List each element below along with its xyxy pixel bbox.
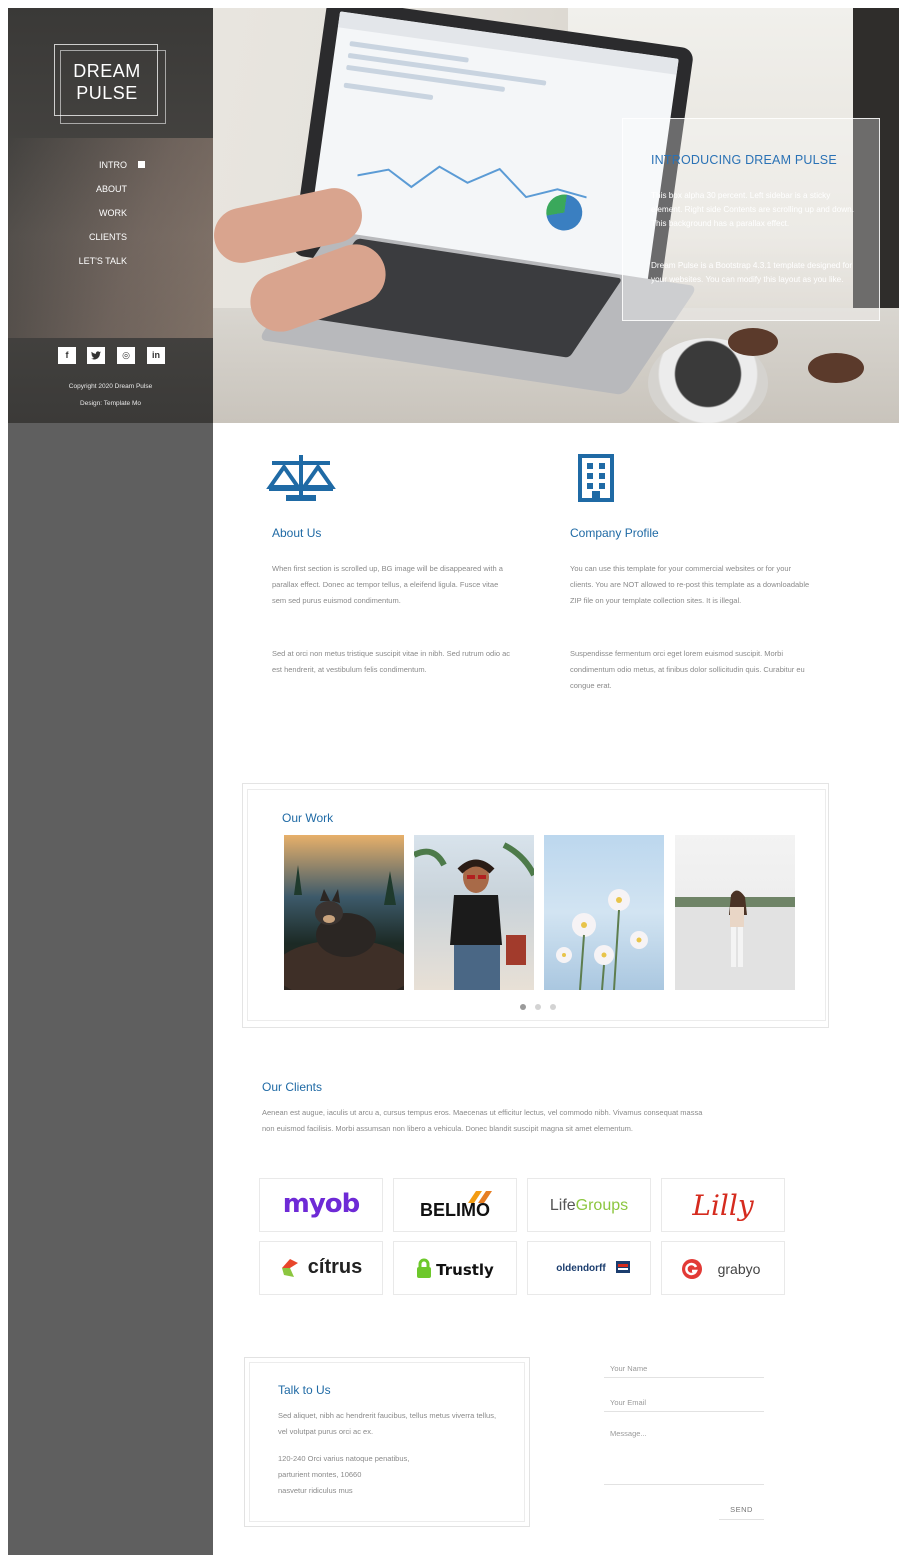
client-logo-myob[interactable]: myob (259, 1178, 383, 1232)
client-logo-trustly[interactable]: Trustly (393, 1241, 517, 1295)
sidebar: DREAM PULSE INTRO ABOUT WORK CLIENTS LET… (8, 8, 213, 1555)
client-logo-oldendorff[interactable]: oldendorff (527, 1241, 651, 1295)
about-title: About Us (272, 526, 322, 540)
nav-item-about[interactable]: ABOUT (8, 182, 127, 206)
cookie-image (808, 353, 864, 383)
myob-logo: myob (282, 1189, 361, 1219)
dribbble-icon[interactable]: ◎ (117, 347, 135, 364)
nav-item-intro[interactable]: INTRO (8, 158, 145, 182)
site-logo[interactable]: DREAM PULSE (54, 44, 166, 124)
profile-title: Company Profile (570, 526, 659, 540)
belimo-logo: BELIMO (420, 1200, 490, 1220)
twitter-icon[interactable] (87, 347, 105, 364)
cookie-image (728, 328, 778, 356)
contact-paragraph: Sed aliquet, nibh ac hendrerit faucibus,… (278, 1411, 497, 1436)
message-field[interactable] (604, 1427, 764, 1485)
client-logo-grabyo[interactable]: grabyo (661, 1241, 785, 1295)
building-icon (578, 454, 614, 502)
carousel-dot[interactable] (520, 1004, 526, 1010)
clients-paragraph: Aenean est augue, iaculis ut arcu a, cur… (262, 1108, 703, 1133)
social-links: f ◎ in (58, 347, 168, 365)
facebook-icon[interactable]: f (58, 347, 76, 364)
trustly-logo: Trustly (436, 1261, 494, 1279)
ship-flag-icon (616, 1261, 630, 1273)
contact-address: 120-240 Orci varius natoque penatibus, (278, 1454, 410, 1463)
carousel-dot[interactable] (535, 1004, 541, 1010)
client-logo-lilly[interactable]: Lilly (661, 1178, 785, 1232)
about-paragraph: When first section is scrolled up, BG im… (272, 564, 503, 605)
dog-photo[interactable] (284, 835, 404, 990)
intro-paragraph: This box alpha 30 percent. Left sidebar … (651, 191, 854, 228)
copyright-text: Copyright 2020 Dream Pulse (68, 383, 153, 390)
woman-rooftop-photo[interactable] (675, 835, 795, 990)
logo-line: PULSE (76, 83, 138, 103)
intro-title: INTRODUCING DREAM PULSE (651, 153, 837, 167)
client-logo-belimo[interactable]: BELIMO (393, 1178, 517, 1232)
nav-item-clients[interactable]: CLIENTS (8, 230, 127, 254)
lifegroups-logo-part: Groups (575, 1197, 629, 1214)
sidebar-header: DREAM PULSE INTRO ABOUT WORK CLIENTS LET… (8, 8, 213, 423)
client-logo-lifegroups[interactable]: LifeGroups (527, 1178, 651, 1232)
lifegroups-logo: LifeGroups (528, 1197, 650, 1215)
screen-line (343, 82, 434, 101)
intro-box: INTRODUCING DREAM PULSE This box alpha 3… (622, 118, 880, 321)
send-button[interactable]: SEND (719, 1500, 764, 1520)
contact-address: parturient montes, 10660 (278, 1470, 362, 1479)
client-logo-citrus[interactable]: cítrus (259, 1241, 383, 1295)
design-credit: Design: Template Mo (80, 400, 141, 407)
linkedin-icon[interactable]: in (147, 347, 165, 364)
email-field[interactable] (604, 1394, 764, 1412)
grabyo-logo: grabyo (717, 1261, 761, 1277)
nav-item-work[interactable]: WORK (8, 206, 127, 230)
lifegroups-logo-part: Life (549, 1197, 576, 1214)
logo-line: DREAM (73, 61, 141, 81)
carousel-dot[interactable] (550, 1004, 556, 1010)
profile-paragraph: Suspendisse fermentum orci eget lorem eu… (570, 649, 805, 690)
intro-paragraph: Dream Pulse is a Bootstrap 4.3.1 templat… (651, 261, 853, 284)
lilly-logo: Lilly (692, 1189, 754, 1222)
main-nav: INTRO ABOUT WORK CLIENTS LET'S TALK (8, 158, 213, 278)
woman-sunglasses-photo[interactable] (414, 835, 534, 990)
nav-item-lets-talk[interactable]: LET'S TALK (8, 254, 127, 278)
about-paragraph: Sed at orci non metus tristique suscipit… (272, 649, 511, 674)
clients-title: Our Clients (262, 1080, 323, 1094)
profile-paragraph: You can use this template for your comme… (570, 564, 810, 605)
citrus-logo: cítrus (307, 1256, 363, 1278)
work-title: Our Work (282, 811, 334, 825)
contact-address: nasvetur ridiculus mus (278, 1486, 353, 1495)
flowers-photo[interactable] (544, 835, 664, 990)
name-field[interactable] (604, 1360, 764, 1378)
scales-icon (266, 455, 336, 501)
page: INTRODUCING DREAM PULSE This box alpha 3… (8, 8, 899, 1555)
contact-title: Talk to Us (278, 1383, 331, 1397)
